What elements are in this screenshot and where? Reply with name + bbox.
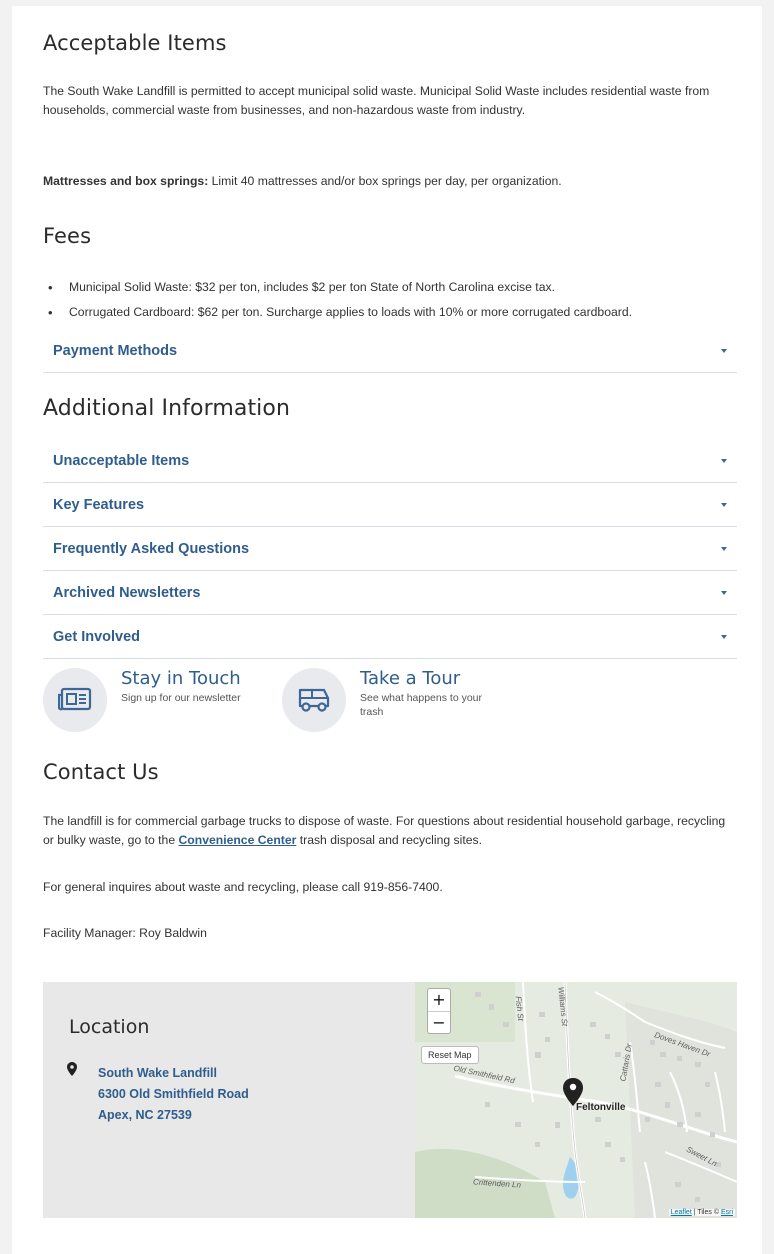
zoom-in-button[interactable]: + (428, 989, 450, 1011)
accordion-label: Unacceptable Items (53, 452, 190, 469)
facility-manager: Facility Manager: Roy Baldwin (43, 926, 207, 940)
leaflet-link[interactable]: Leaflet (671, 1209, 692, 1216)
zoom-out-button[interactable]: − (428, 1011, 450, 1033)
acceptable-items-heading: Acceptable Items (43, 31, 227, 55)
fees-list: Municipal Solid Waste: $32 per ton, incl… (43, 278, 737, 328)
mattress-label: Mattresses and box springs: (43, 174, 209, 188)
location-address[interactable]: South Wake Landfill 6300 Old Smithfield … (98, 1063, 249, 1126)
location-panel: Location South Wake Landfill 6300 Old Sm… (43, 982, 737, 1218)
location-street: 6300 Old Smithfield Road (98, 1087, 249, 1101)
chevron-down-icon (721, 348, 727, 353)
archived-newsletters-accordion[interactable]: Archived Newsletters (43, 571, 737, 615)
stay-in-touch-cta[interactable]: Stay in Touch Sign up for our newsletter (43, 668, 246, 732)
accordion-label: Frequently Asked Questions (53, 540, 250, 557)
accordion-label: Get Involved (53, 628, 141, 645)
key-features-accordion[interactable]: Key Features (43, 483, 737, 527)
chevron-down-icon (721, 546, 727, 551)
accordion-label: Archived Newsletters (53, 584, 201, 601)
cta-subtitle: Sign up for our newsletter (121, 692, 241, 704)
contact-text: trash disposal and recycling sites. (296, 833, 482, 847)
mattress-text: Limit 40 mattresses and/or box springs p… (208, 174, 562, 188)
faq-accordion[interactable]: Frequently Asked Questions (43, 527, 737, 571)
general-inquiries: For general inquires about waste and rec… (43, 880, 443, 894)
location-city: Apex, NC 27539 (98, 1108, 192, 1122)
accordion-label: Payment Methods (53, 342, 178, 359)
esri-link[interactable]: Esri (721, 1209, 733, 1216)
newspaper-icon (43, 668, 107, 732)
chevron-down-icon (721, 458, 727, 463)
take-a-tour-cta[interactable]: Take a Tour See what happens to your tra… (282, 668, 485, 732)
chevron-down-icon (721, 634, 727, 639)
map-pin-icon (67, 1062, 77, 1076)
cta-title: Stay in Touch (121, 668, 241, 689)
cta-title: Take a Tour (360, 668, 461, 689)
map-tiles (415, 982, 737, 1218)
place-label: Feltonville (576, 1102, 626, 1113)
contact-paragraph: The landfill is for commercial garbage t… (43, 812, 737, 850)
zoom-control: + − (427, 988, 451, 1034)
reset-map-button[interactable]: Reset Map (421, 1046, 479, 1064)
fee-item: Municipal Solid Waste: $32 per ton, incl… (43, 278, 737, 297)
page: Acceptable Items The South Wake Landfill… (12, 6, 762, 1254)
mattress-note: Mattresses and box springs: Limit 40 mat… (43, 172, 733, 191)
unacceptable-items-accordion[interactable]: Unacceptable Items (43, 439, 737, 483)
attribution-text: | Tiles © (691, 1209, 721, 1216)
additional-info-heading: Additional Information (43, 396, 290, 421)
contact-us-heading: Contact Us (43, 760, 159, 784)
fees-heading: Fees (43, 224, 92, 248)
map-attribution: Leaflet | Tiles © Esri (668, 1209, 735, 1216)
convenience-center-link[interactable]: Convenience Center (179, 833, 297, 847)
cta-subtitle: See what happens to your trash (360, 692, 483, 718)
payment-methods-accordion[interactable]: Payment Methods (43, 329, 737, 373)
accordion-label: Key Features (53, 496, 145, 513)
truck-icon (282, 668, 346, 732)
location-heading: Location (69, 1016, 150, 1038)
acceptable-intro: The South Wake Landfill is permitted to … (43, 84, 710, 117)
location-name: South Wake Landfill (98, 1066, 217, 1080)
location-map[interactable]: + − Reset Map Old Smithfield Rd Williams… (415, 982, 737, 1218)
fee-item: Corrugated Cardboard: $62 per ton. Surch… (43, 303, 737, 322)
chevron-down-icon (721, 502, 727, 507)
chevron-down-icon (721, 590, 727, 595)
get-involved-accordion[interactable]: Get Involved (43, 615, 737, 659)
